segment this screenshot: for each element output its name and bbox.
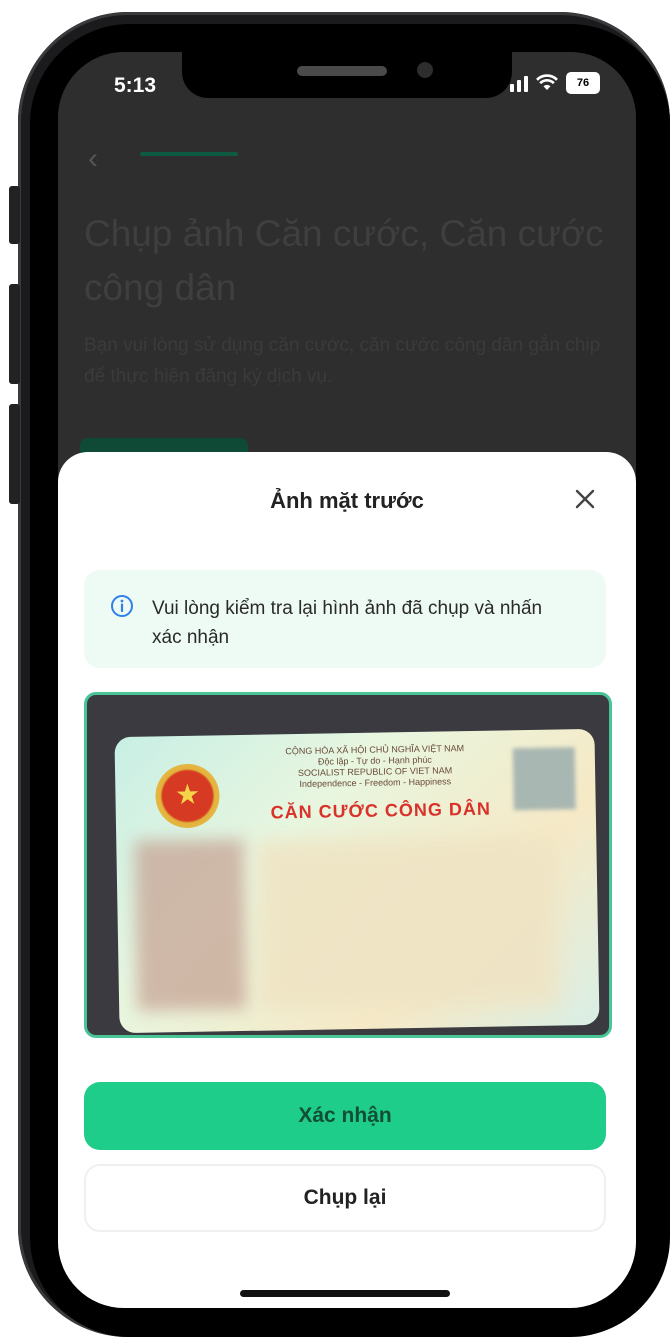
- sheet-title: Ảnh mặt trước: [270, 488, 424, 513]
- info-text: Vui lòng kiểm tra lại hình ảnh đã chụp v…: [152, 598, 543, 648]
- confirm-button[interactable]: Xác nhận: [84, 1082, 606, 1150]
- blurred-personal-info: [256, 835, 560, 1011]
- page-title: Chụp ảnh Căn cước, Căn cước công dân: [84, 213, 604, 308]
- close-icon[interactable]: [572, 486, 598, 512]
- status-time: 5:13: [114, 74, 157, 97]
- front-camera: [417, 62, 433, 78]
- status-icons: 76: [510, 72, 600, 94]
- card-title: CĂN CƯỚC CÔNG DÂN: [270, 798, 492, 823]
- back-chevron-icon[interactable]: ‹: [88, 142, 98, 176]
- id-card-image: ★ CỘNG HÒA XÃ HỘI CHỦ NGHĨA VIỆT NAM Độc…: [114, 728, 600, 1034]
- qr-code: [512, 747, 576, 811]
- captured-id-photo: ★ CỘNG HÒA XÃ HỘI CHỦ NGHĨA VIỆT NAM Độc…: [84, 692, 612, 1038]
- national-emblem-icon: ★: [154, 763, 221, 829]
- card-header: CỘNG HÒA XÃ HỘI CHỦ NGHĨA VIỆT NAM Độc l…: [235, 742, 516, 791]
- info-icon: [111, 595, 133, 617]
- retake-button[interactable]: Chụp lại: [84, 1164, 606, 1232]
- volume-down-button: [9, 404, 20, 504]
- volume-up-button: [9, 284, 20, 384]
- page-description: Bạn vui lòng sử dụng căn cước, căn cước …: [84, 335, 601, 387]
- blurred-portrait: [134, 838, 248, 1011]
- phone-screen: ‹ Chụp ảnh Căn cước, Căn cước công dân B…: [58, 52, 636, 1308]
- mute-switch: [9, 186, 20, 244]
- bottom-sheet: Ảnh mặt trước Vui lòng kiểm tra lại hình…: [58, 452, 636, 1308]
- wifi-icon: [536, 74, 558, 90]
- signal-icon: [510, 74, 528, 92]
- info-banner: Vui lòng kiểm tra lại hình ảnh đã chụp v…: [84, 570, 606, 668]
- home-indicator[interactable]: [240, 1290, 450, 1297]
- step-progress-bar: [140, 152, 238, 156]
- battery-icon: 76: [566, 72, 600, 94]
- speaker-grille: [297, 66, 387, 76]
- notch: [182, 52, 512, 98]
